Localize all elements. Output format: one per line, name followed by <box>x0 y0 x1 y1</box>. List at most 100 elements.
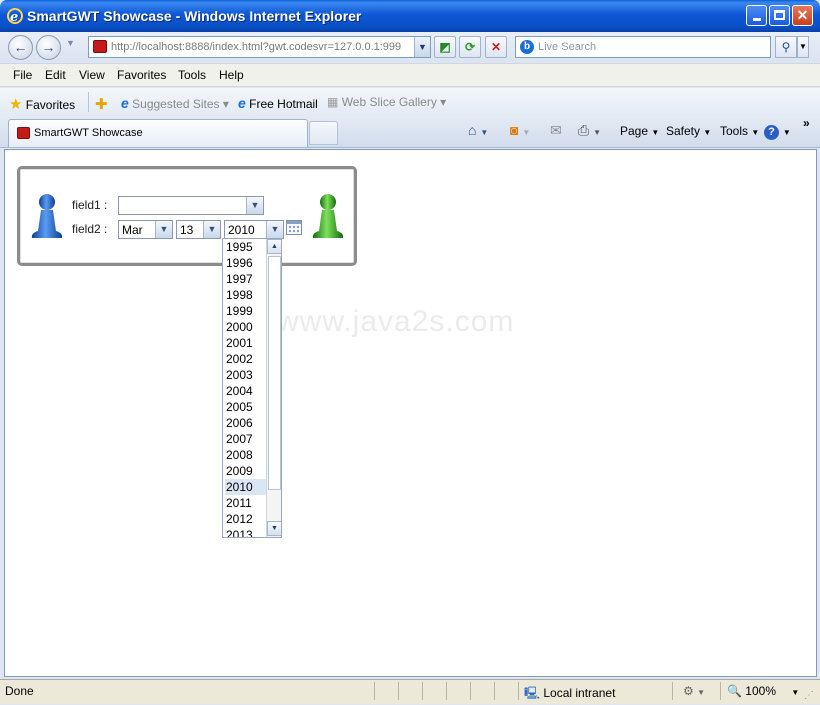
year-list-scrollbar[interactable]: ▲ ▼ <box>266 239 281 537</box>
year-select[interactable]: 2010 ▼ <box>224 220 284 239</box>
zoom-button[interactable]: 🔍 100% ▼ <box>727 684 799 698</box>
resize-grip[interactable]: ⋰ <box>804 690 814 701</box>
form-panel: field1 : ▼ field2 : Mar ▼ 13 ▼ 2010 ▼ <box>17 166 357 266</box>
chevron-down-icon[interactable]: ▼ <box>155 221 172 238</box>
svg-text:e: e <box>10 10 18 25</box>
stop-button[interactable]: ✕ <box>485 36 507 58</box>
maximize-button[interactable] <box>769 5 790 26</box>
year-option[interactable]: 2002 <box>225 351 267 367</box>
home-button[interactable]: ⌂ ▼ <box>468 122 488 138</box>
year-option[interactable]: 1995 <box>225 239 267 255</box>
month-select[interactable]: Mar ▼ <box>118 220 173 239</box>
chevron-down-icon[interactable]: ▼ <box>266 221 283 238</box>
favorites-button[interactable]: ★ Favorites <box>9 95 75 113</box>
year-option[interactable]: 2007 <box>225 431 267 447</box>
blue-pawn-icon <box>30 193 64 241</box>
year-option[interactable]: 1997 <box>225 271 267 287</box>
year-option[interactable]: 2008 <box>225 447 267 463</box>
scroll-down-arrow-icon[interactable]: ▼ <box>267 521 281 536</box>
back-arrow-icon: ← <box>13 39 28 55</box>
safety-menu[interactable]: Safety ▼ <box>666 124 711 138</box>
new-tab-button[interactable] <box>309 121 338 145</box>
chevron-down-icon[interactable]: ▼ <box>246 197 263 214</box>
year-option[interactable]: 1996 <box>225 255 267 271</box>
read-mail-button[interactable]: ✉ <box>550 122 562 139</box>
year-option[interactable]: 2012 <box>225 511 267 527</box>
printer-icon: ⎙ <box>578 122 590 138</box>
more-commands-chevron[interactable]: » <box>803 116 810 130</box>
free-hotmail-link[interactable]: e Free Hotmail <box>238 95 318 111</box>
web-slice-gallery-link[interactable]: ▦ Web Slice Gallery ▾ <box>327 95 446 109</box>
day-select[interactable]: 13 ▼ <box>176 220 221 239</box>
forward-button[interactable]: → <box>36 35 61 60</box>
menu-help[interactable]: Help <box>219 68 244 82</box>
close-button[interactable]: ✕ <box>792 5 813 26</box>
refresh-button[interactable]: ⟳ <box>459 36 481 58</box>
year-option[interactable]: 1999 <box>225 303 267 319</box>
year-option[interactable]: 2011 <box>225 495 267 511</box>
print-button[interactable]: ⎙ ▼ <box>578 122 601 139</box>
menu-tools[interactable]: Tools <box>178 68 206 82</box>
year-option[interactable]: 2000 <box>225 319 267 335</box>
maximize-icon <box>774 10 785 20</box>
page-menu[interactable]: Page ▼ <box>620 124 659 138</box>
protected-mode-icon: ⚙ <box>683 684 694 698</box>
year-option[interactable]: 2006 <box>225 415 267 431</box>
menu-view[interactable]: View <box>79 68 105 82</box>
address-input[interactable]: http://localhost:8888/index.html?gwt.cod… <box>88 36 431 58</box>
menu-file[interactable]: File <box>13 68 32 82</box>
window-title: SmartGWT Showcase - Windows Internet Exp… <box>27 8 362 24</box>
security-zone[interactable]: 🖳 Local intranet <box>524 684 615 705</box>
forward-arrow-icon: → <box>41 39 56 55</box>
year-option[interactable]: 2004 <box>225 383 267 399</box>
back-button[interactable]: ← <box>8 35 33 60</box>
feeds-button[interactable]: ◙ ▼ <box>510 122 530 138</box>
search-input[interactable]: b Live Search <box>515 36 771 58</box>
close-icon: ✕ <box>796 7 809 23</box>
field1-combobox[interactable]: ▼ <box>118 196 264 215</box>
year-option[interactable]: 2003 <box>225 367 267 383</box>
suggested-sites-label: Suggested Sites ▾ <box>132 97 229 111</box>
status-text: Done <box>5 684 34 698</box>
protected-mode-button[interactable]: ⚙ ▼ <box>683 684 705 698</box>
local-intranet-icon: 🖳 <box>524 686 541 700</box>
ie-page-icon: e <box>238 95 246 111</box>
year-option[interactable]: 2001 <box>225 335 267 351</box>
chevron-down-icon[interactable]: ▼ <box>203 221 220 238</box>
menu-edit[interactable]: Edit <box>45 68 66 82</box>
add-favorite-button[interactable]: ✚ <box>95 95 108 113</box>
home-icon: ⌂ <box>468 122 477 138</box>
minimize-button[interactable] <box>746 5 767 26</box>
suggested-sites-link[interactable]: e Suggested Sites ▾ <box>121 95 229 111</box>
address-dropdown[interactable]: ▼ <box>414 37 430 57</box>
compatibility-icon: ◩ <box>439 40 451 54</box>
search-button[interactable]: ⚲ <box>775 36 797 58</box>
menu-favorites[interactable]: Favorites <box>117 68 166 82</box>
scrollbar-thumb[interactable] <box>268 256 281 490</box>
field1-separator: : <box>104 198 108 212</box>
recent-pages-dropdown[interactable]: ▼ <box>66 38 75 48</box>
status-divider <box>720 682 721 700</box>
year-value: 2010 <box>228 223 255 237</box>
compatibility-view-button[interactable]: ◩ <box>434 36 456 58</box>
year-option[interactable]: 1998 <box>225 287 267 303</box>
year-dropdown-list[interactable]: 1995 1996 1997 1998 1999 2000 2001 2002 2003 2004… <box>222 238 282 538</box>
add-to-favorites-icon: ✚ <box>95 96 108 113</box>
year-option[interactable]: 2013 <box>225 527 267 537</box>
help-button[interactable]: ? ▼ <box>764 122 791 140</box>
year-option[interactable]: 2005 <box>225 399 267 415</box>
favorites-label: Favorites <box>25 98 76 112</box>
field2-label: field2 : <box>72 222 107 236</box>
search-icon: ⚲ <box>781 40 791 54</box>
field1-label-text: field1 <box>72 198 101 212</box>
zone-label: Local intranet <box>543 686 616 700</box>
calendar-picker-icon[interactable] <box>286 220 302 235</box>
year-option[interactable]: 2010 <box>225 479 267 495</box>
search-options-dropdown[interactable]: ▼ <box>797 36 809 58</box>
refresh-icon: ⟳ <box>464 40 476 54</box>
scroll-up-arrow-icon[interactable]: ▲ <box>267 239 281 254</box>
tab-smartgwt-showcase[interactable]: SmartGWT Showcase <box>8 119 308 147</box>
ie-page-icon: e <box>121 95 129 111</box>
year-option[interactable]: 2009 <box>225 463 267 479</box>
tools-menu[interactable]: Tools ▼ <box>720 124 759 138</box>
